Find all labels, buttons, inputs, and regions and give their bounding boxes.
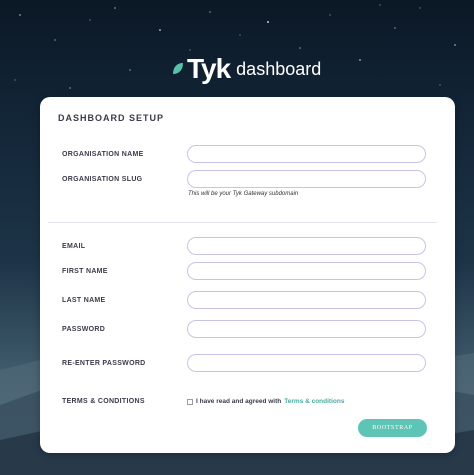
form-title: DASHBOARD SETUP: [58, 113, 165, 123]
terms-checkbox[interactable]: [187, 398, 193, 405]
tyk-dashboard-logo: Tyk dashboard: [172, 53, 321, 85]
logo-brand-text: Tyk: [187, 53, 231, 84]
first-name-input[interactable]: [187, 262, 426, 280]
reenter-password-input[interactable]: [187, 354, 426, 372]
terms-agreement: I have read and agreed with Terms & cond…: [187, 398, 344, 405]
setup-form-card: DASHBOARD SETUP ORGANISATION NAME ORGANI…: [40, 97, 455, 453]
email-label: EMAIL: [62, 243, 86, 250]
org-slug-input[interactable]: [187, 170, 426, 188]
tyk-leaf-icon: [173, 63, 183, 74]
terms-label: TERMS & CONDITIONS: [62, 398, 145, 405]
logo-subtitle-text: dashboard: [236, 59, 322, 79]
password-label: PASSWORD: [62, 326, 106, 333]
org-name-label: ORGANISATION NAME: [62, 151, 144, 158]
last-name-input[interactable]: [187, 291, 426, 309]
org-slug-label: ORGANISATION SLUG: [62, 176, 143, 183]
org-slug-hint: This will be your Tyk Gateway subdomain: [188, 191, 299, 197]
reenter-password-label: RE-ENTER PASSWORD: [62, 360, 146, 367]
bootstrap-button[interactable]: BOOTSTRAP: [358, 419, 427, 437]
email-input[interactable]: [187, 237, 426, 255]
form-divider: [48, 222, 437, 223]
terms-text: I have read and agreed with: [196, 398, 282, 405]
terms-link[interactable]: Terms & conditions: [284, 398, 344, 405]
org-name-input[interactable]: [187, 145, 426, 163]
password-input[interactable]: [187, 320, 426, 338]
last-name-label: LAST NAME: [62, 297, 106, 304]
first-name-label: FIRST NAME: [62, 268, 108, 275]
